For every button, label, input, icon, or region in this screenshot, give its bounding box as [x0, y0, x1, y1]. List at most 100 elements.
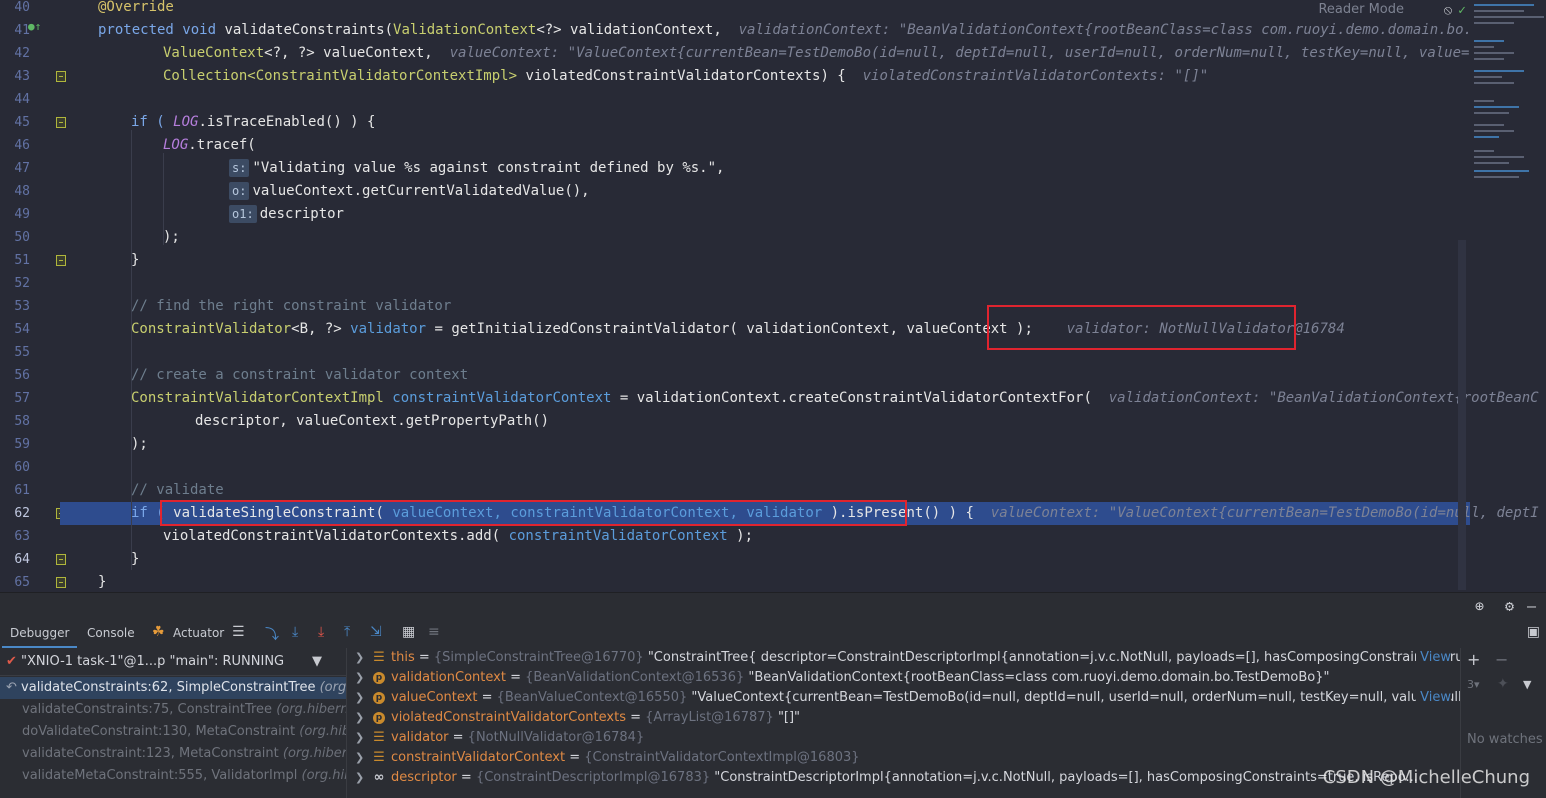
- tab-debugger[interactable]: Debugger: [1, 626, 78, 648]
- expand-arrow-icon[interactable]: ❯: [355, 708, 364, 728]
- remove-watch-icon[interactable]: −: [1495, 650, 1508, 669]
- frame-item[interactable]: validateConstraints:75, ConstraintTree (…: [0, 699, 346, 721]
- reader-mode-icons[interactable]: ⦸ ✓: [1444, 3, 1466, 18]
- watch-options-icon[interactable]: 3▾: [1467, 678, 1480, 691]
- param-hint-o1: o1:: [229, 205, 257, 223]
- line-number[interactable]: 63: [0, 525, 30, 548]
- line-number[interactable]: 42: [0, 42, 30, 65]
- code-line-48: o: valueContext.getCurrentValidatedValue(…: [229, 180, 590, 203]
- variable-row[interactable]: ❯ ☰ this = {SimpleConstraintTree@16770} "C…: [347, 648, 1461, 668]
- line-number[interactable]: 61: [0, 479, 30, 502]
- variable-row[interactable]: ❯ ∞ descriptor = {ConstraintDescriptorImpl…: [347, 768, 1461, 788]
- variable-row[interactable]: ❯ ☰ validator = {NotNullValidator@16784}: [347, 728, 1461, 748]
- minimap-line: [1474, 46, 1494, 48]
- step-over-icon[interactable]: ⤵: [265, 624, 279, 644]
- line-number[interactable]: 49: [0, 203, 30, 226]
- minimap-line: [1474, 156, 1524, 158]
- expand-arrow-icon[interactable]: ❯: [355, 768, 364, 788]
- force-step-into-icon[interactable]: ⤓: [318, 624, 324, 640]
- code-line-59: );: [131, 436, 148, 452]
- line-number[interactable]: 52: [0, 272, 30, 295]
- code-line-45: if ( LOG.isTraceEnabled() ) {: [131, 114, 376, 130]
- tab-actuator[interactable]: Actuator: [173, 626, 224, 640]
- vertical-scrollbar[interactable]: [1458, 240, 1466, 590]
- code-editor[interactable]: 40 41 42 43 44 45 46 47 48 49 50 51 52 53 54 55 56 57 58 59…: [0, 0, 1546, 592]
- line-number[interactable]: 59: [0, 433, 30, 456]
- line-number[interactable]: 53: [0, 295, 30, 318]
- gear-icon[interactable]: ⚙: [1505, 597, 1514, 615]
- no-watches-label: No watches: [1467, 732, 1543, 747]
- expand-arrow-icon[interactable]: ❯: [355, 688, 364, 708]
- expand-arrow-icon[interactable]: ❯: [355, 748, 364, 768]
- frame-item[interactable]: doValidateConstraint:130, MetaConstraint…: [0, 721, 346, 743]
- globe-icon[interactable]: ⊕: [1475, 597, 1484, 615]
- fold-marker-icon[interactable]: [56, 554, 66, 565]
- duplicate-watch-icon[interactable]: ✦: [1497, 676, 1509, 692]
- override-marker-icon[interactable]: ●↑: [28, 20, 41, 33]
- variable-row[interactable]: ❯ ☰ constraintValidatorContext = {Constrai…: [347, 748, 1461, 768]
- line-number[interactable]: 44: [0, 88, 30, 111]
- line-number[interactable]: 65: [0, 571, 30, 592]
- fold-marker-icon[interactable]: [56, 577, 66, 588]
- checkmark-icon[interactable]: ✓: [1458, 3, 1466, 18]
- tab-console[interactable]: Console: [87, 626, 135, 640]
- variable-row[interactable]: ❯ p validationContext = {BeanValidationCon…: [347, 668, 1461, 688]
- expand-arrow-icon[interactable]: ❯: [355, 668, 364, 688]
- minimize-icon[interactable]: —: [1527, 597, 1536, 615]
- field-icon: ☰: [373, 750, 385, 765]
- step-into-icon[interactable]: ⤓: [292, 624, 298, 640]
- collapse-icon[interactable]: ▼: [1523, 678, 1531, 691]
- code-line-63: violatedConstraintValidatorContexts.add(…: [163, 528, 754, 544]
- restore-layout-icon[interactable]: ▣: [1527, 624, 1540, 640]
- view-link[interactable]: View: [1416, 688, 1451, 708]
- expand-arrow-icon[interactable]: ❯: [355, 728, 364, 748]
- line-number[interactable]: 64: [0, 548, 30, 571]
- line-number[interactable]: 56: [0, 364, 30, 387]
- view-link[interactable]: View: [1416, 648, 1451, 668]
- run-to-cursor-icon[interactable]: ⇲: [370, 624, 382, 640]
- line-number[interactable]: 54: [0, 318, 30, 341]
- line-number[interactable]: 41: [0, 19, 30, 42]
- frame-item[interactable]: ↶ validateConstraints:62, SimpleConstrai…: [0, 677, 346, 699]
- minimap-line: [1474, 136, 1499, 138]
- layout-menu-icon[interactable]: ☰: [232, 624, 245, 640]
- frame-item[interactable]: validateConstraint:123, MetaConstraint (…: [0, 743, 346, 765]
- trace-icon[interactable]: ≡: [428, 624, 440, 640]
- variable-type: {NotNullValidator@16784}: [467, 730, 645, 745]
- step-out-icon[interactable]: ⤒: [344, 624, 350, 640]
- add-watch-icon[interactable]: +: [1467, 650, 1480, 669]
- frame-item[interactable]: validateMetaConstraint:555, ValidatorImp…: [0, 765, 346, 787]
- evaluate-expression-icon[interactable]: ▦: [402, 624, 415, 640]
- line-number[interactable]: 45: [0, 111, 30, 134]
- line-number[interactable]: 58: [0, 410, 30, 433]
- filter-icon[interactable]: ▼: [312, 648, 322, 675]
- line-number[interactable]: 50: [0, 226, 30, 249]
- thread-selector[interactable]: ✔ "XNIO-1 task-1"@1...p "main": RUNNING …: [0, 648, 346, 676]
- validate-call-highlight-box: [160, 500, 907, 526]
- line-number[interactable]: 40: [0, 0, 30, 19]
- eye-off-icon[interactable]: ⦸: [1444, 3, 1452, 18]
- line-number[interactable]: 55: [0, 341, 30, 364]
- line-number[interactable]: 43: [0, 65, 30, 88]
- reader-mode-label[interactable]: Reader Mode: [1318, 2, 1404, 17]
- line-number[interactable]: 57: [0, 387, 30, 410]
- variable-row[interactable]: ❯ p violatedConstraintValidatorContexts = …: [347, 708, 1461, 728]
- variable-value: "ConstraintTree{ descriptor=ConstraintDe…: [647, 650, 1461, 665]
- frames-panel: ✔ "XNIO-1 task-1"@1...p "main": RUNNING …: [0, 648, 346, 798]
- line-number[interactable]: 62: [0, 502, 30, 525]
- expand-arrow-icon[interactable]: ❯: [355, 648, 364, 668]
- parameter-icon: p: [373, 672, 385, 684]
- variable-row[interactable]: ❯ p valueContext = {BeanValueContext@16550…: [347, 688, 1461, 708]
- line-number[interactable]: 60: [0, 456, 30, 479]
- minimap-line: [1474, 112, 1509, 114]
- fold-marker-icon[interactable]: [56, 117, 66, 128]
- line-number[interactable]: 48: [0, 180, 30, 203]
- line-number[interactable]: 46: [0, 134, 30, 157]
- minimap[interactable]: [1470, 0, 1546, 190]
- variable-name: valueContext: [391, 690, 478, 705]
- variable-value: "ConstraintDescriptorImpl{annotation=j.v…: [714, 770, 1418, 785]
- line-number[interactable]: 51: [0, 249, 30, 272]
- fold-marker-icon[interactable]: [56, 71, 66, 82]
- line-number[interactable]: 47: [0, 157, 30, 180]
- fold-marker-icon[interactable]: [56, 255, 66, 266]
